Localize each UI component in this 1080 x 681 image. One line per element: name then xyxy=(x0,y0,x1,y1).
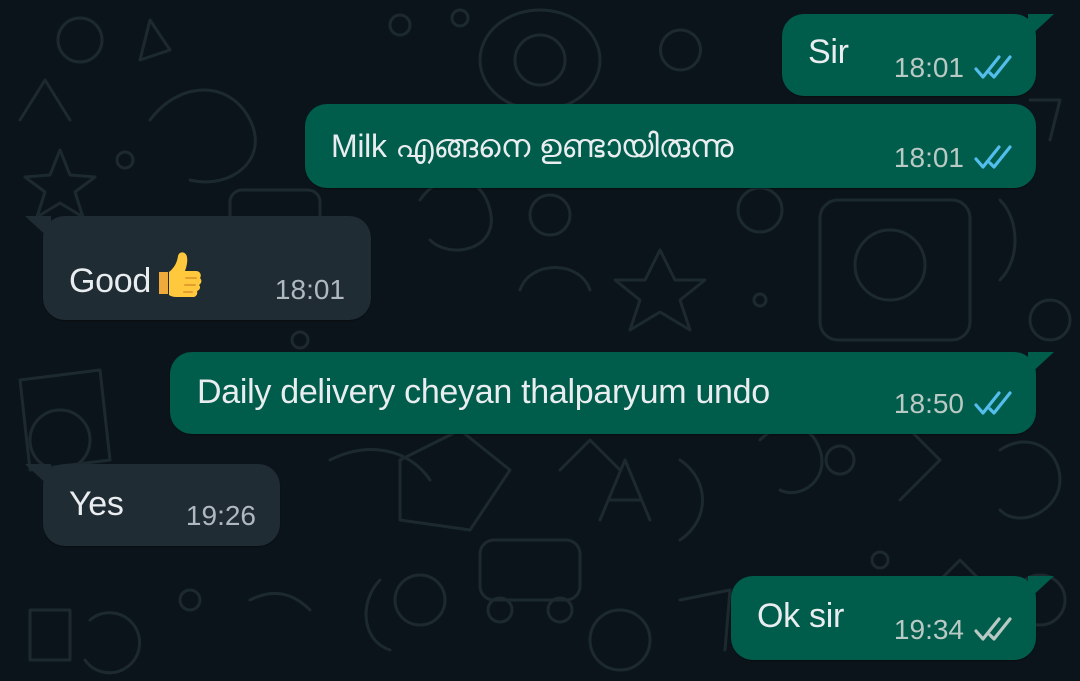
bubble-tail xyxy=(1028,14,1054,38)
message-text-content: Good xyxy=(69,262,151,300)
message-time: 19:34 xyxy=(893,614,964,645)
message-text: Sir xyxy=(808,33,849,71)
message-text: Daily delivery cheyan thalparyum undo xyxy=(197,373,770,411)
message-meta: 19:34 xyxy=(894,614,1014,646)
message-outgoing[interactable]: Milk എങ്ങനെ ഉണ്ടായിരുന്നു 18:01 xyxy=(305,104,1036,188)
delivered-double-tick-icon xyxy=(974,617,1014,643)
read-double-tick-icon xyxy=(974,145,1014,171)
thumbs-up-icon xyxy=(153,248,203,307)
message-text: Good xyxy=(69,248,203,307)
message-time: 18:50 xyxy=(893,388,964,419)
message-outgoing[interactable]: Daily delivery cheyan thalparyum undo 18… xyxy=(170,352,1054,434)
bubble-tail xyxy=(25,464,51,488)
bubble-tail xyxy=(25,216,51,240)
message-meta: 18:50 xyxy=(894,388,1014,420)
read-double-tick-icon xyxy=(974,391,1014,417)
message-time: 18:01 xyxy=(893,142,964,173)
read-double-tick-icon xyxy=(974,55,1014,81)
message-meta: 18:01 xyxy=(275,274,345,306)
message-outgoing[interactable]: Sir 18:01 xyxy=(782,14,1054,96)
message-meta: 18:01 xyxy=(894,142,1014,174)
message-time: 19:26 xyxy=(185,500,256,531)
conversation: Sir 18:01 Milk എങ്ങനെ ഉണ്ടായിരുന്നു 18:0… xyxy=(0,0,1080,681)
message-text: Yes xyxy=(69,485,124,523)
message-time: 18:01 xyxy=(893,52,964,83)
message-text: Milk എങ്ങനെ ഉണ്ടായിരുന്നു xyxy=(331,128,734,164)
message-time: 18:01 xyxy=(274,274,345,305)
message-incoming[interactable]: Good 18:01 xyxy=(25,216,371,320)
message-text: Ok sir xyxy=(757,597,844,635)
message-incoming[interactable]: Yes 19:26 xyxy=(25,464,280,546)
message-outgoing[interactable]: Ok sir 19:34 xyxy=(731,576,1054,660)
message-meta: 19:26 xyxy=(186,500,256,532)
bubble-tail xyxy=(1028,576,1054,600)
message-meta: 18:01 xyxy=(894,52,1014,84)
bubble-tail xyxy=(1028,352,1054,376)
